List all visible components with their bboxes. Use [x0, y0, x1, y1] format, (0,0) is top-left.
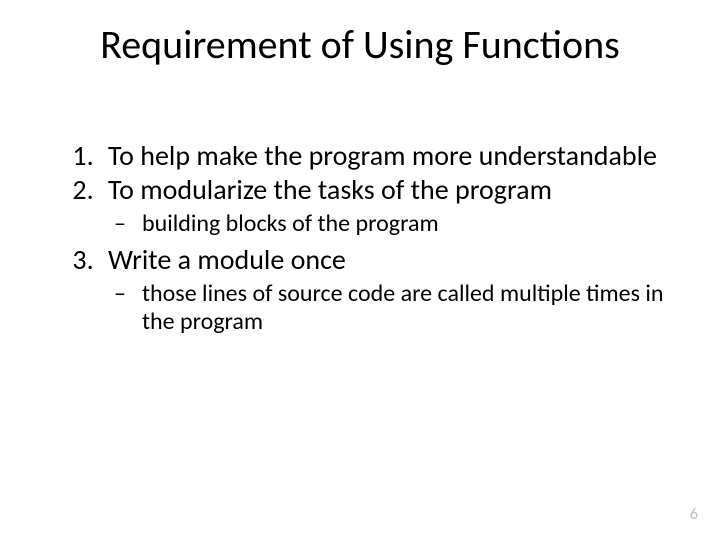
sub-list-item-text: those lines of source code are called mu… [142, 279, 664, 336]
sub-list-item-text: building blocks of the program [142, 209, 439, 238]
sub-list-item: those lines of source code are called mu… [114, 280, 680, 335]
sub-list-item: building blocks of the program [114, 210, 680, 238]
list-item: To help make the program more understand… [100, 140, 680, 172]
slide: Requirement of Using Functions To help m… [0, 0, 720, 540]
sub-list: building blocks of the program [108, 210, 680, 238]
list-item-text: To help make the program more understand… [108, 138, 657, 173]
list-item-text: Write a module once [108, 242, 346, 277]
list-item-text: To modularize the tasks of the program [108, 172, 552, 207]
slide-body: To help make the program more understand… [40, 140, 680, 341]
page-number: 6 [690, 505, 698, 524]
slide-title: Requirement of Using Functions [0, 20, 720, 69]
outline-list: To help make the program more understand… [40, 140, 680, 335]
list-item: Write a module once those lines of sourc… [100, 244, 680, 335]
list-item: To modularize the tasks of the program b… [100, 174, 680, 238]
sub-list: those lines of source code are called mu… [108, 280, 680, 335]
